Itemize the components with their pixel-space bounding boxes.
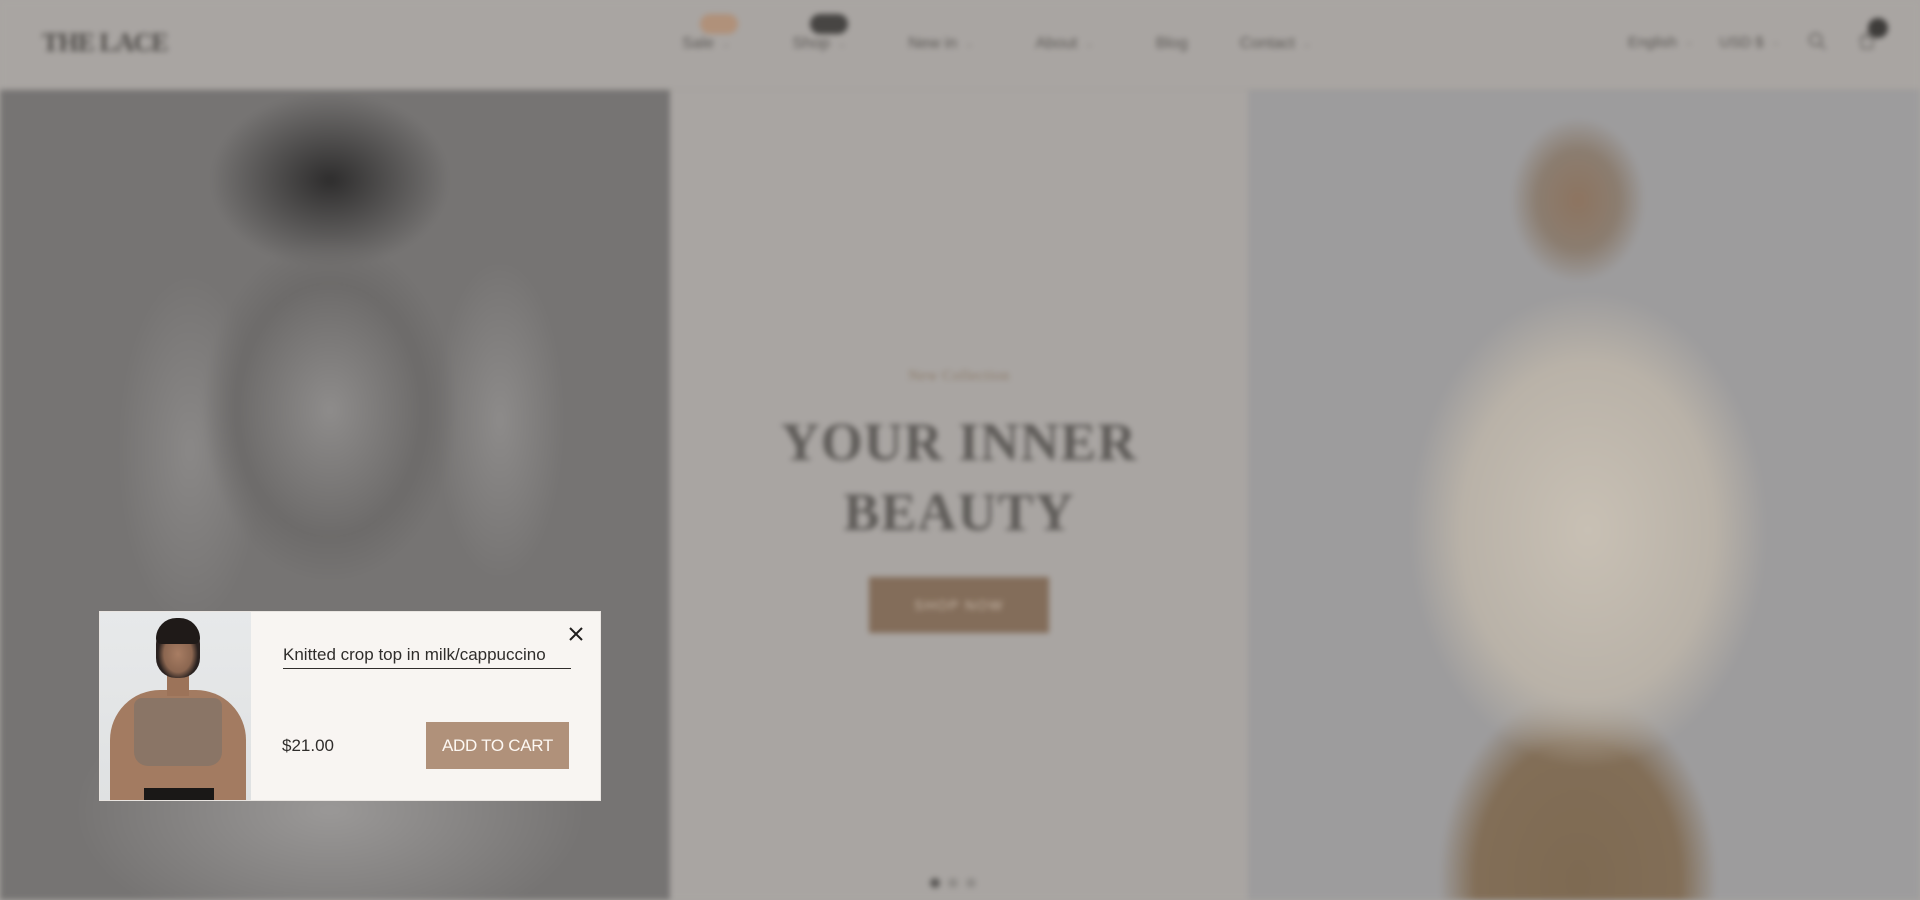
search-icon bbox=[1808, 32, 1826, 50]
shop-now-button[interactable]: SHOP NOW bbox=[869, 577, 1049, 633]
product-image[interactable] bbox=[100, 612, 251, 800]
nav-label: New in bbox=[908, 35, 958, 52]
nav-item-shop[interactable]: Shop ⌄ bbox=[770, 14, 868, 58]
popup-body: Knitted crop top in milk/cappuccino $21.… bbox=[251, 612, 600, 800]
slider-dot-3[interactable] bbox=[966, 878, 976, 888]
site-logo[interactable]: THE LACE bbox=[42, 28, 169, 58]
hero-title-line2: BEAUTY bbox=[843, 482, 1075, 542]
nav-label: Contact bbox=[1239, 35, 1295, 52]
chevron-down-icon: ⌄ bbox=[1085, 38, 1094, 50]
product-image-top bbox=[134, 698, 222, 766]
nav-badge-shop bbox=[810, 14, 849, 34]
product-popup: Knitted crop top in milk/cappuccino $21.… bbox=[100, 612, 600, 800]
main-nav: Sale ⌄ Shop ⌄ New in ⌄ About ⌄ Blog Cont… bbox=[660, 14, 1334, 58]
site-header: THE LACE Sale ⌄ Shop ⌄ New in ⌄ About ⌄ … bbox=[0, 0, 1920, 90]
chevron-down-icon: ⌄ bbox=[965, 38, 974, 50]
product-price: $21.00 bbox=[282, 736, 334, 755]
hero-content: New Collection YOUR INNER BEAUTY SHOP NO… bbox=[670, 90, 1248, 900]
nav-item-new-in[interactable]: New in ⌄ bbox=[886, 30, 995, 58]
chevron-down-icon: ⌄ bbox=[1302, 38, 1312, 50]
product-image-hair bbox=[156, 618, 200, 644]
currency-selector[interactable]: USD $ ⌄ bbox=[1719, 34, 1780, 51]
currency-label: USD $ bbox=[1719, 33, 1764, 51]
hero-subtitle: New Collection bbox=[908, 368, 1010, 384]
slider-dot-1[interactable] bbox=[930, 878, 940, 888]
hero-title: YOUR INNER BEAUTY bbox=[781, 407, 1138, 547]
chevron-down-icon: ⌄ bbox=[1685, 36, 1694, 48]
cart-count-badge bbox=[1868, 18, 1888, 38]
cart-button[interactable] bbox=[1856, 18, 1888, 54]
language-selector[interactable]: English ⌄ bbox=[1628, 34, 1694, 51]
chevron-down-icon: ⌄ bbox=[722, 38, 731, 50]
nav-label: About bbox=[1035, 35, 1078, 52]
hero-image-right bbox=[1248, 90, 1920, 900]
slider-dot-2[interactable] bbox=[948, 878, 958, 888]
add-to-cart-button[interactable]: ADD TO CART bbox=[426, 722, 569, 769]
nav-label: Sale bbox=[682, 35, 715, 52]
nav-badge-sale bbox=[700, 14, 738, 34]
chevron-down-icon: ⌄ bbox=[1771, 36, 1780, 48]
search-button[interactable] bbox=[1806, 30, 1830, 54]
close-icon bbox=[569, 627, 583, 641]
language-label: English bbox=[1627, 33, 1678, 51]
nav-item-sale[interactable]: Sale ⌄ bbox=[660, 14, 752, 58]
header-actions: English ⌄ USD $ ⌄ bbox=[1628, 18, 1920, 54]
nav-item-about[interactable]: About ⌄ bbox=[1013, 30, 1115, 58]
chevron-down-icon: ⌄ bbox=[837, 38, 847, 50]
product-title-link[interactable]: Knitted crop top in milk/cappuccino bbox=[283, 644, 571, 669]
nav-label: Blog bbox=[1155, 35, 1188, 52]
product-image-pants bbox=[144, 788, 214, 800]
hero-title-line1: YOUR INNER bbox=[780, 412, 1138, 472]
slider-pagination bbox=[930, 878, 976, 888]
nav-item-blog[interactable]: Blog bbox=[1134, 30, 1210, 58]
nav-label: Shop bbox=[792, 35, 830, 52]
nav-item-contact[interactable]: Contact ⌄ bbox=[1218, 30, 1334, 58]
